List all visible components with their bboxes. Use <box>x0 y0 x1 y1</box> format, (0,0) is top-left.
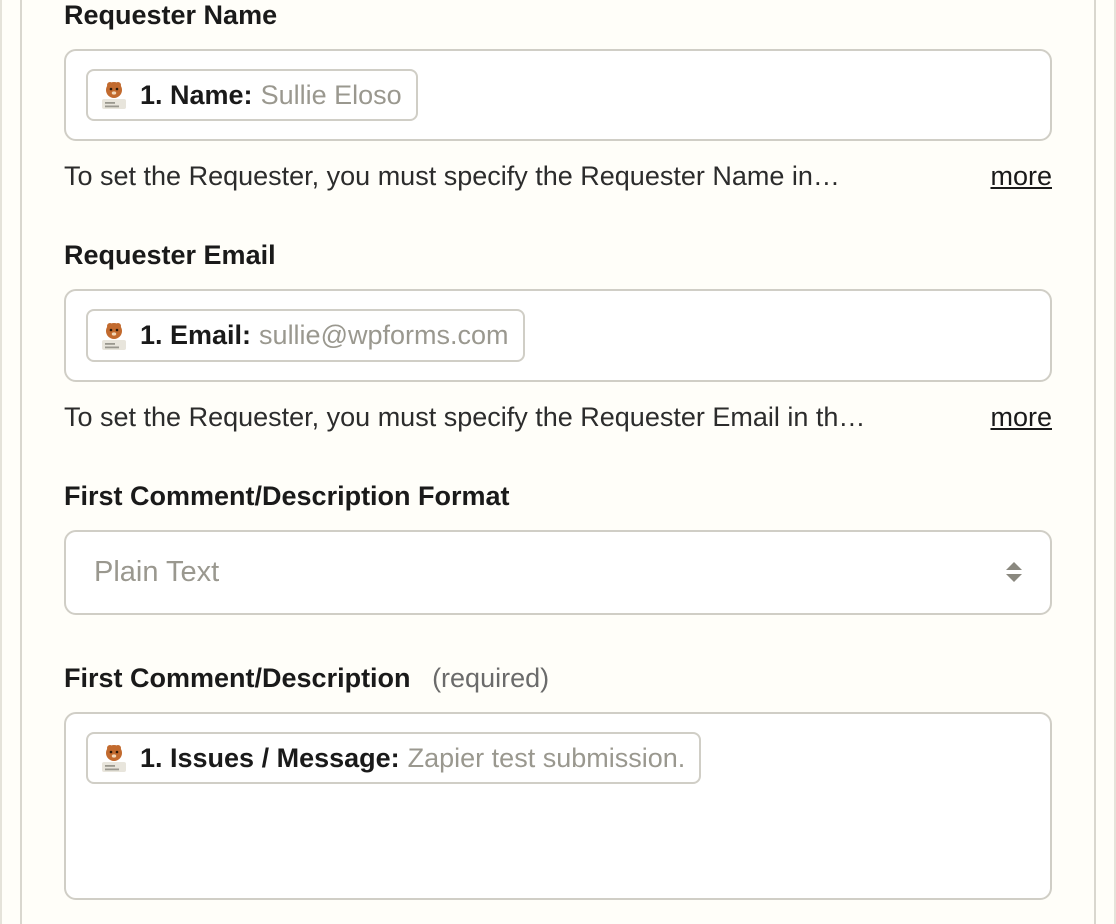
format-select[interactable]: Plain Text <box>64 530 1052 615</box>
requester-email-more-link[interactable]: more <box>990 402 1052 433</box>
requester-name-help: To set the Requester, you must specify t… <box>64 161 962 192</box>
requester-email-tag[interactable]: 1. Email: sullie@wpforms.com <box>86 309 525 361</box>
format-selected-value: Plain Text <box>94 556 219 589</box>
tag-label: 1. Email: <box>140 319 251 351</box>
requester-name-more-link[interactable]: more <box>990 161 1052 192</box>
tag-label: 1. Name: <box>140 79 253 111</box>
tag-value: Zapier test submission. <box>408 742 686 774</box>
requester-email-help-row: To set the Requester, you must specify t… <box>64 402 1052 433</box>
description-label: First Comment/Description (required) <box>64 663 1052 694</box>
wpforms-icon <box>98 742 130 774</box>
requester-email-help: To set the Requester, you must specify t… <box>64 402 962 433</box>
field-description: First Comment/Description (required) <box>64 663 1052 900</box>
field-requester-email: Requester Email <box>64 240 1052 432</box>
tag-value: sullie@wpforms.com <box>259 319 508 351</box>
select-caret-icon <box>1006 562 1022 582</box>
description-input[interactable]: 1. Issues / Message: Zapier test submiss… <box>64 712 1052 900</box>
form-panel: Requester Name <box>20 0 1096 924</box>
tag-label: 1. Issues / Message: <box>140 742 400 774</box>
wpforms-icon <box>98 79 130 111</box>
wpforms-icon <box>98 320 130 352</box>
requester-name-tag[interactable]: 1. Name: Sullie Eloso <box>86 69 418 121</box>
requester-name-input[interactable]: 1. Name: Sullie Eloso <box>64 49 1052 141</box>
field-requester-name: Requester Name <box>64 0 1052 192</box>
requester-email-label: Requester Email <box>64 240 1052 271</box>
field-description-format: First Comment/Description Format Plain T… <box>64 481 1052 615</box>
requester-email-input[interactable]: 1. Email: sullie@wpforms.com <box>64 289 1052 381</box>
description-required: (required) <box>432 663 549 693</box>
requester-name-label: Requester Name <box>64 0 1052 31</box>
tag-value: Sullie Eloso <box>261 79 402 111</box>
description-label-text: First Comment/Description <box>64 663 411 693</box>
app-frame: Requester Name <box>0 0 1116 924</box>
format-label: First Comment/Description Format <box>64 481 1052 512</box>
description-tag[interactable]: 1. Issues / Message: Zapier test submiss… <box>86 732 701 784</box>
requester-name-help-row: To set the Requester, you must specify t… <box>64 161 1052 192</box>
